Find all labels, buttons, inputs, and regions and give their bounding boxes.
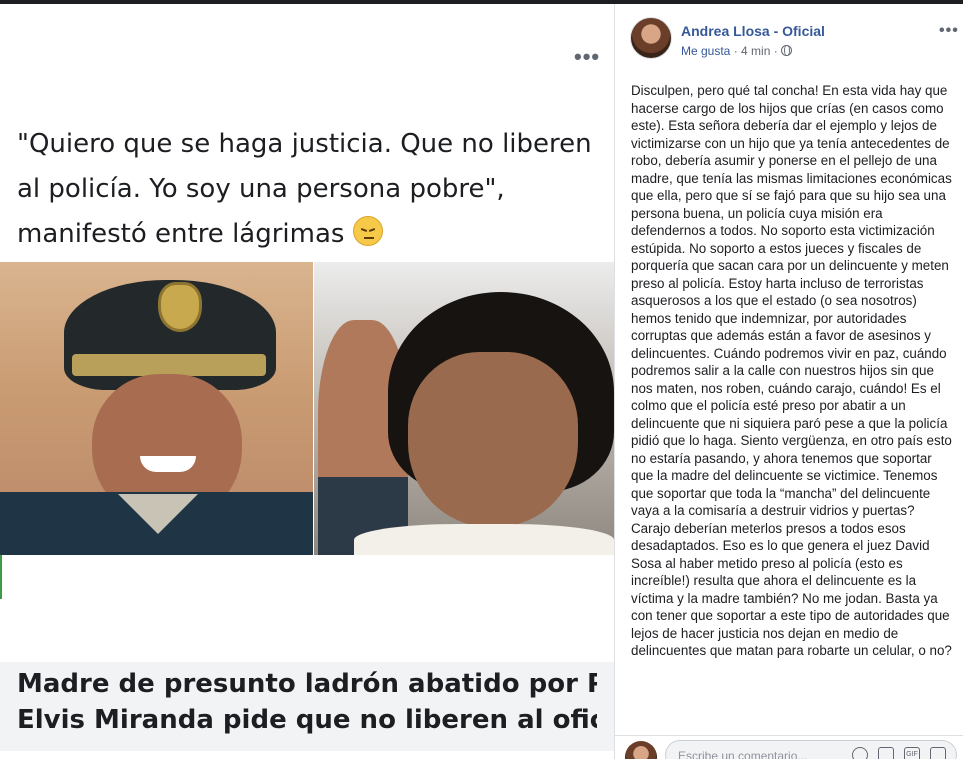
emoji-icon[interactable] <box>852 747 868 759</box>
meta-separator: · <box>730 44 742 58</box>
cap-badge-icon <box>158 282 202 332</box>
media-more-options[interactable]: ••• <box>574 44 600 70</box>
globe-icon[interactable] <box>781 45 793 56</box>
comment-icons: GIF <box>852 747 946 759</box>
post-body: Disculpen, pero qué tal concha! En esta … <box>631 83 952 658</box>
author-name[interactable]: Andrea Llosa - Oficial <box>681 23 825 39</box>
headline-line-2: Elvis Miranda pide que no liberen al ofi… <box>17 705 597 735</box>
gif-icon[interactable]: GIF <box>904 747 920 759</box>
post-options-button[interactable]: ••• <box>939 22 959 40</box>
like-link[interactable]: Me gusta <box>681 44 730 58</box>
mother-photo <box>314 262 614 555</box>
police-officer-photo <box>0 262 313 555</box>
quote-content: "Quiero que se haga justicia. Que no lib… <box>17 129 592 249</box>
pensive-face-icon <box>352 216 383 246</box>
camera-icon[interactable] <box>878 747 894 759</box>
media-preview[interactable]: ••• "Quiero que se haga justicia. Que no… <box>0 4 614 759</box>
headline-line-1: Madre de presunto ladrón abatido por PNP <box>17 669 597 699</box>
comment-placeholder: Escribe un comentario... <box>678 749 808 759</box>
meta-separator-2: · <box>770 44 782 58</box>
comment-input[interactable]: Escribe un comentario... GIF <box>665 740 957 759</box>
quote-text: "Quiero que se haga justicia. Que no lib… <box>17 122 607 257</box>
article-headline[interactable]: Madre de presunto ladrón abatido por PNP… <box>0 662 614 751</box>
officer-smile <box>140 456 196 472</box>
cap-band <box>72 354 266 376</box>
woman-face <box>408 352 578 527</box>
comment-composer: Escribe un comentario... GIF <box>615 735 963 759</box>
commenter-avatar <box>625 741 657 759</box>
author-avatar[interactable] <box>630 17 672 59</box>
post-pane: Andrea Llosa - Oficial Me gusta · 4 min … <box>614 4 963 759</box>
post-meta: Me gusta · 4 min · <box>681 44 793 58</box>
sticker-icon[interactable] <box>930 747 946 759</box>
post-time[interactable]: 4 min <box>741 44 770 58</box>
woman-shirt <box>354 524 614 555</box>
accent-bar <box>0 555 2 599</box>
